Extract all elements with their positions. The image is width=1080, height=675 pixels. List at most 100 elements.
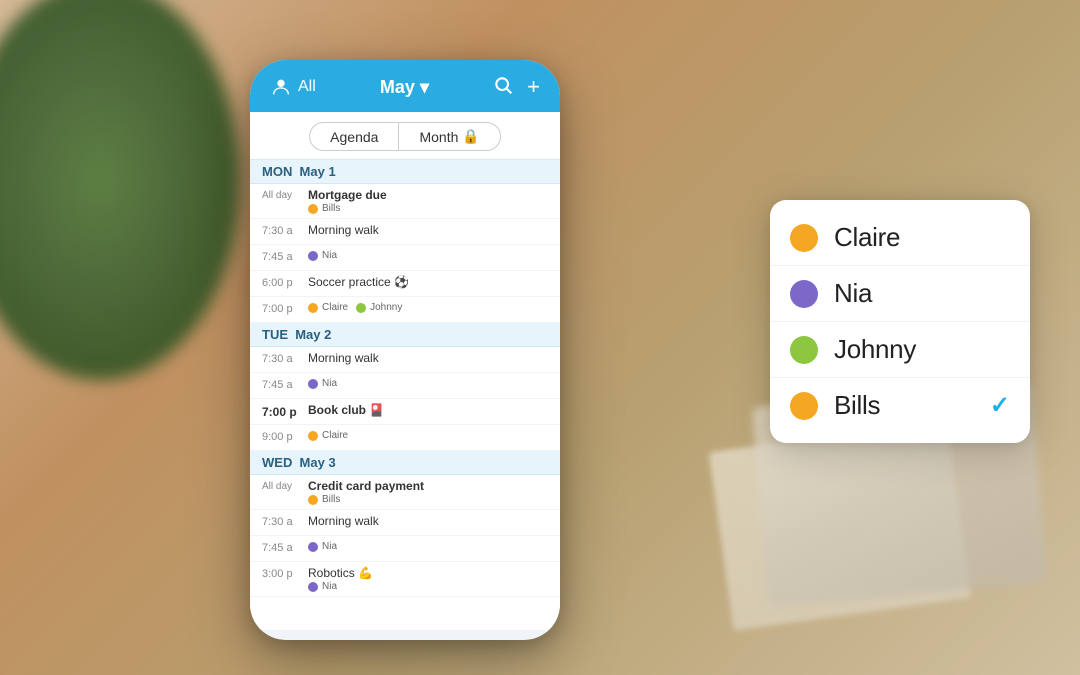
- phone-header: All May ▾ +: [250, 60, 560, 112]
- event-row[interactable]: 7:45 a Nia: [250, 245, 560, 271]
- event-title: Morning walk: [308, 514, 548, 528]
- checkmark-icon: ✓: [990, 391, 1010, 420]
- dropdown-item-johnny[interactable]: Johnny: [770, 322, 1030, 378]
- event-time: 3:00 p: [262, 566, 308, 580]
- event-title: Book club 🎴: [308, 403, 548, 417]
- bills-label: Bills: [834, 390, 974, 421]
- event-details: Morning walk: [308, 514, 548, 528]
- calendar-dot: [308, 431, 318, 441]
- day-label-mon: MON May 1: [262, 164, 336, 179]
- event-details: Nia: [308, 249, 548, 261]
- event-title: Morning walk: [308, 351, 548, 365]
- person-icon: [270, 76, 292, 98]
- event-details: Claire Johnny: [308, 301, 548, 313]
- calendar-dot: [308, 379, 318, 389]
- day-header-tue: TUE May 2: [250, 323, 560, 347]
- calendar-label: Bills: [322, 494, 340, 505]
- day-label-wed: WED May 3: [262, 455, 336, 470]
- agenda-tab[interactable]: Agenda: [309, 122, 398, 151]
- user-selector[interactable]: All: [270, 76, 316, 98]
- header-actions: +: [493, 74, 540, 100]
- event-time: 7:30 a: [262, 351, 308, 365]
- event-calendars: Nia: [308, 378, 548, 389]
- event-details: Robotics 💪 Nia: [308, 566, 548, 592]
- event-details: Soccer practice ⚽: [308, 275, 548, 289]
- calendar-dot: [308, 303, 318, 313]
- day-label-tue: TUE May 2: [262, 327, 331, 342]
- dropdown-item-nia[interactable]: Nia: [770, 266, 1030, 322]
- calendar-dot: [308, 495, 318, 505]
- calendar-label: Nia: [322, 541, 337, 552]
- calendar-dot: [356, 303, 366, 313]
- johnny-label: Johnny: [834, 334, 1010, 365]
- event-title: Mortgage due: [308, 188, 548, 202]
- event-time: 7:30 a: [262, 514, 308, 528]
- event-calendars: Bills: [308, 203, 548, 214]
- event-details: Morning walk: [308, 351, 548, 365]
- view-toggle: Agenda Month 🔒: [250, 112, 560, 160]
- lock-icon: 🔒: [462, 128, 479, 145]
- event-details: Credit card payment Bills: [308, 479, 548, 505]
- event-calendars: Nia: [308, 581, 548, 592]
- event-details: Morning walk: [308, 223, 548, 237]
- event-time: All day: [262, 479, 308, 492]
- claire-label: Claire: [834, 222, 1010, 253]
- nia-color-dot: [790, 280, 818, 308]
- agenda-view: MON May 1 All day Mortgage due Bills 7:3…: [250, 160, 560, 630]
- month-selector[interactable]: May ▾: [380, 77, 429, 98]
- event-row[interactable]: All day Credit card payment Bills: [250, 475, 560, 510]
- calendar-label: Bills: [322, 203, 340, 214]
- calendar-dot: [308, 582, 318, 592]
- event-title: Soccer practice ⚽: [308, 275, 548, 289]
- event-row[interactable]: 7:30 a Morning walk: [250, 510, 560, 536]
- event-row[interactable]: 6:00 p Soccer practice ⚽: [250, 271, 560, 297]
- event-title: Morning walk: [308, 223, 548, 237]
- add-icon[interactable]: +: [527, 74, 540, 100]
- event-row[interactable]: All day Mortgage due Bills: [250, 184, 560, 219]
- event-title: Credit card payment: [308, 479, 548, 493]
- search-icon[interactable]: [493, 75, 513, 100]
- day-header-wed: WED May 3: [250, 451, 560, 475]
- month-tab[interactable]: Month 🔒: [398, 122, 500, 151]
- calendar-filter-dropdown: Claire Nia Johnny Bills ✓: [770, 200, 1030, 443]
- event-details: Claire: [308, 429, 548, 441]
- calendar-dot: [308, 251, 318, 261]
- dropdown-item-claire[interactable]: Claire: [770, 210, 1030, 266]
- event-time: 7:30 a: [262, 223, 308, 237]
- event-time: All day: [262, 188, 308, 201]
- event-row[interactable]: 7:30 a Morning walk: [250, 219, 560, 245]
- johnny-color-dot: [790, 336, 818, 364]
- event-row[interactable]: 7:00 p Book club 🎴: [250, 399, 560, 425]
- calendar-label: Nia: [322, 250, 337, 261]
- calendar-label: Claire: [322, 430, 348, 441]
- month-tab-label: Month: [419, 129, 458, 145]
- event-details: Mortgage due Bills: [308, 188, 548, 214]
- event-calendars: Nia: [308, 250, 548, 261]
- calendar-label: Nia: [322, 378, 337, 389]
- phone-frame: All May ▾ + Agenda Month 🔒 MON May 1: [250, 60, 560, 640]
- event-time: 7:00 p: [262, 301, 308, 315]
- dropdown-item-bills[interactable]: Bills ✓: [770, 378, 1030, 433]
- event-time: 7:45 a: [262, 377, 308, 391]
- event-calendars: Claire: [308, 430, 548, 441]
- bills-color-dot: [790, 392, 818, 420]
- calendar-label: Claire: [322, 302, 348, 313]
- event-time: 7:00 p: [262, 403, 308, 419]
- event-time: 9:00 p: [262, 429, 308, 443]
- event-row[interactable]: 7:45 a Nia: [250, 536, 560, 562]
- month-label: May ▾: [380, 77, 429, 97]
- nia-label: Nia: [834, 278, 1010, 309]
- event-calendars: Claire Johnny: [308, 302, 548, 313]
- event-time: 7:45 a: [262, 540, 308, 554]
- event-details: Nia: [308, 540, 548, 552]
- event-row[interactable]: 3:00 p Robotics 💪 Nia: [250, 562, 560, 597]
- calendar-label: Nia: [322, 581, 337, 592]
- event-title: Robotics 💪: [308, 566, 548, 580]
- event-row[interactable]: 7:30 a Morning walk: [250, 347, 560, 373]
- calendar-dot: [308, 204, 318, 214]
- event-row[interactable]: 7:00 p Claire Johnny: [250, 297, 560, 323]
- calendar-label: Johnny: [370, 302, 402, 313]
- event-row[interactable]: 9:00 p Claire: [250, 425, 560, 451]
- event-row[interactable]: 7:45 a Nia: [250, 373, 560, 399]
- user-label: All: [298, 78, 316, 96]
